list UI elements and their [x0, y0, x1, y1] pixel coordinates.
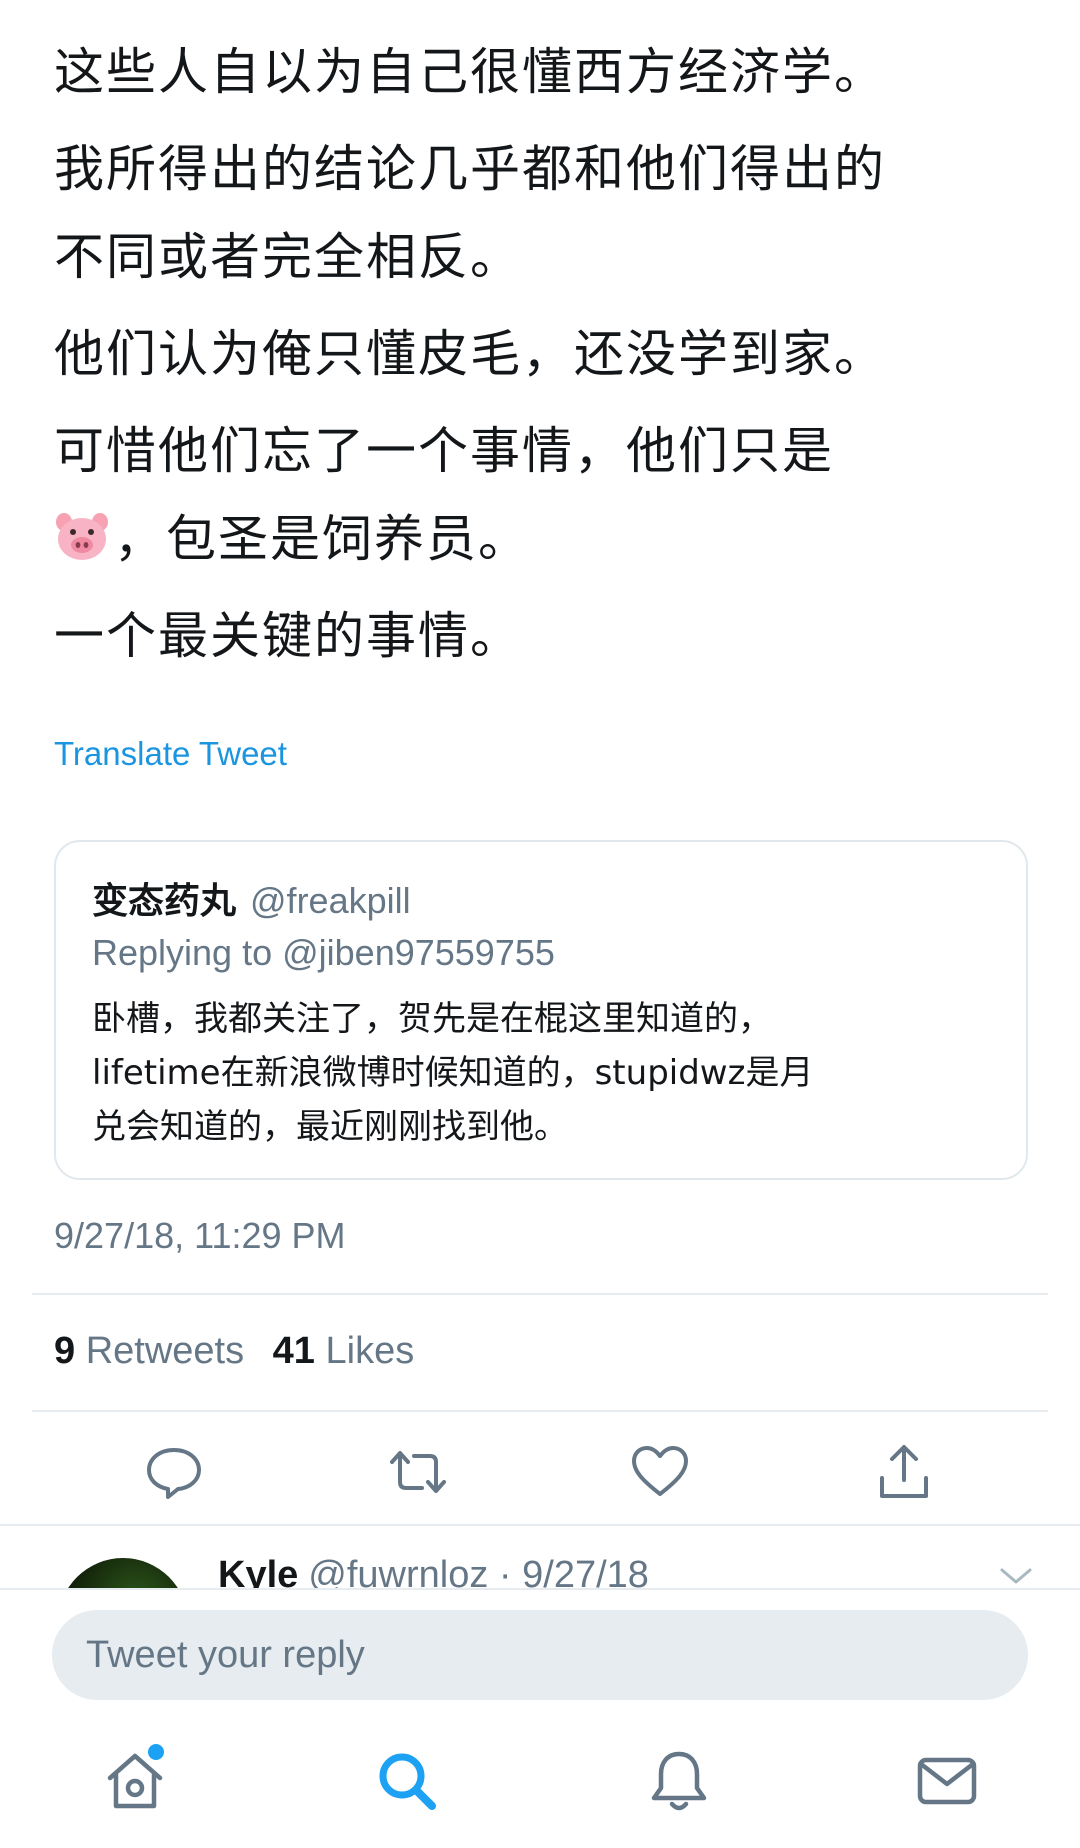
avatar[interactable] [58, 1558, 188, 1588]
divider [0, 1524, 1080, 1526]
reply-icon [147, 1448, 201, 1499]
tab-search[interactable] [372, 1746, 442, 1816]
quoted-replying-to: Replying to @jiben97559755 [92, 932, 555, 973]
reply-author-meta: @fuwrnloz · 9/27/18 [308, 1554, 649, 1588]
tweet-text-line: 不同或者完全相反。 [54, 228, 522, 286]
reply-compose-bar: Tweet your reply [0, 1588, 1080, 1714]
quoted-tweet-card[interactable]: 变态药丸 @freakpill Replying to @jiben9755975… [54, 840, 1028, 1180]
tweet-text-line: 可惜他们忘了一个事情，他们只是 [54, 422, 834, 480]
quoted-text-line: 卧槽，我都关注了，贺先是在棍这里知道的， [92, 999, 772, 1039]
tweet-stats: 9 Retweets 41 Likes [54, 1330, 432, 1373]
tweet-text-line: 这些人自以为自己很懂西方经济学。 [54, 43, 886, 101]
like-button[interactable] [628, 1440, 692, 1504]
quoted-text-line: 兑会知道的，最近刚刚找到他。 [92, 1107, 568, 1147]
pig-face-emoji-icon [54, 504, 110, 560]
tweet-body: 这些人自以为自己很懂西方经济学。 我所得出的结论几乎都和他们得出的 不同或者完全… [54, 22, 1044, 686]
reply-header: Kyle @fuwrnloz · 9/27/18 [218, 1554, 649, 1588]
tweet-text-line: 他们认为俺只懂皮毛，还没学到家。 [54, 325, 886, 383]
likes-label[interactable]: Likes [326, 1330, 415, 1372]
tweet-text-line: 我所得出的结论几乎都和他们得出的 [54, 140, 886, 198]
tweet-text-line-with-emoji: ，包圣是饲养员。 [54, 498, 1044, 580]
reply-button[interactable] [142, 1440, 206, 1504]
tab-notifications[interactable] [644, 1746, 714, 1816]
quoted-text-line: lifetime在新浪微博时候知道的，stupidwz是月 [92, 1053, 814, 1093]
quoted-author-handle: @freakpill [250, 880, 411, 921]
quoted-tweet-header: 变态药丸 @freakpill [92, 872, 411, 924]
retweet-button[interactable] [386, 1440, 450, 1504]
retweets-count[interactable]: 9 [54, 1330, 75, 1372]
divider [32, 1293, 1048, 1295]
bottom-tab-bar [0, 1714, 1080, 1848]
quoted-tweet-text: 卧槽，我都关注了，贺先是在棍这里知道的， lifetime在新浪微博时候知道的，… [92, 992, 1002, 1154]
home-notification-dot [148, 1744, 164, 1760]
chevron-down-icon[interactable] [998, 1562, 1034, 1588]
messages-icon [917, 1757, 977, 1805]
tweet-text-line: 一个最关键的事情。 [54, 607, 522, 665]
tweet-timestamp: 9/27/18, 11:29 PM [54, 1215, 346, 1256]
tweet-text-fragment: ，包圣是饲养员。 [114, 510, 530, 568]
share-button[interactable] [872, 1440, 936, 1504]
tab-messages[interactable] [912, 1746, 982, 1816]
notifications-icon [651, 1751, 707, 1811]
reply-input[interactable]: Tweet your reply [52, 1610, 1028, 1700]
share-icon [880, 1445, 928, 1498]
divider [32, 1410, 1048, 1412]
retweet-icon [390, 1451, 446, 1493]
heart-icon [632, 1446, 688, 1496]
quoted-author-name: 变态药丸 [92, 880, 237, 921]
translate-tweet-link[interactable]: Translate Tweet [54, 735, 287, 773]
reply-preview[interactable]: Kyle @fuwrnloz · 9/27/18 [0, 1532, 1080, 1588]
search-icon [379, 1753, 436, 1810]
retweets-label[interactable]: Retweets [86, 1330, 244, 1372]
likes-count[interactable]: 41 [273, 1330, 315, 1372]
reply-author-name: Kyle [218, 1554, 299, 1588]
